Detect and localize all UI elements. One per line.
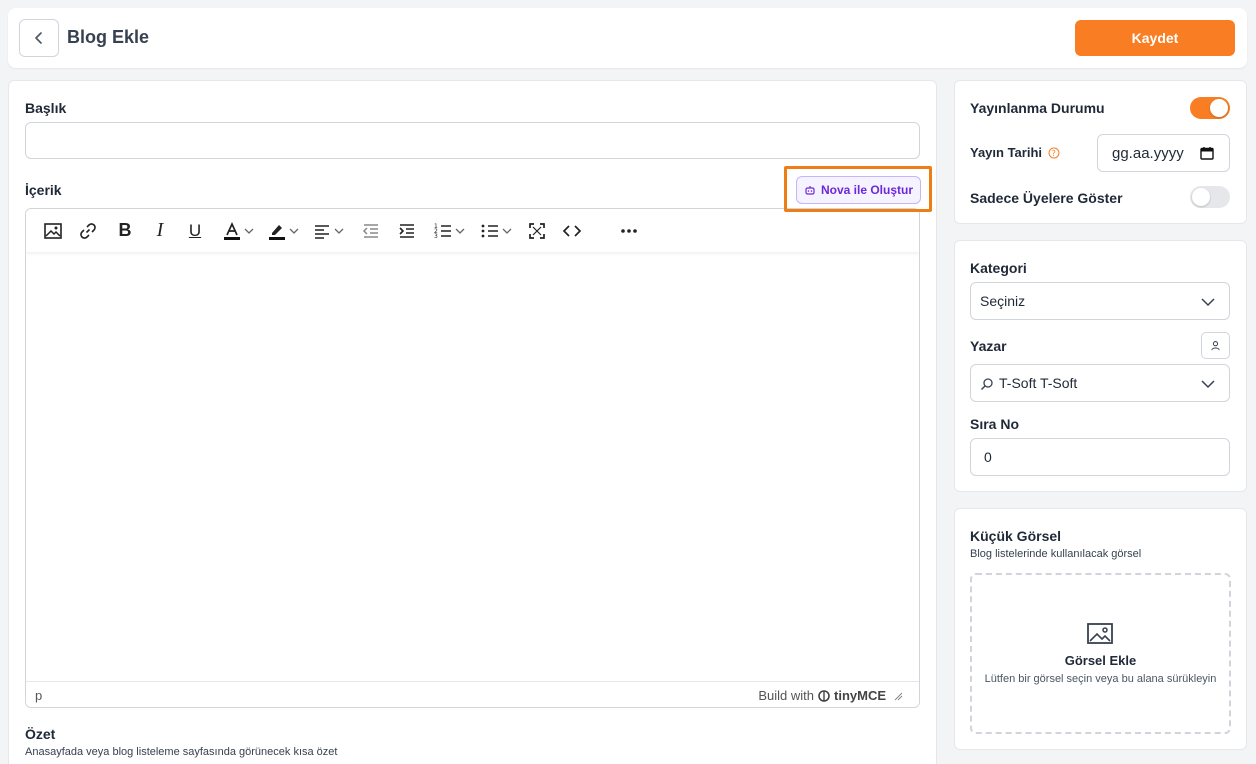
nova-button-label: Nova ile Oluştur [820, 183, 914, 197]
highlight-color-icon[interactable] [267, 217, 299, 245]
content-label: İçerik [25, 182, 62, 198]
help-icon[interactable]: ? [1048, 147, 1060, 159]
source-code-icon[interactable] [562, 217, 582, 245]
publish-status-label: Yayınlanma Durumu [970, 100, 1105, 116]
insert-image-icon[interactable] [43, 217, 63, 245]
title-input[interactable] [25, 122, 920, 159]
calendar-icon[interactable] [1200, 146, 1214, 160]
outdent-icon[interactable] [361, 217, 381, 245]
element-path[interactable]: p [35, 688, 42, 703]
add-image-label: Görsel Ekle [1064, 653, 1137, 668]
brand-name: tinyMCE [834, 688, 886, 703]
publish-card: Yayınlanma Durumu Yayın Tarihi ? gg.aa.y… [954, 80, 1247, 224]
thumbnail-help: Blog listelerinde kullanılacak görsel [970, 548, 1142, 560]
date-placeholder: gg.aa.yyyy [1112, 145, 1184, 162]
save-button[interactable]: Kaydet [1075, 20, 1235, 56]
members-only-label: Sadece Üyelere Göster [970, 190, 1123, 206]
summary-label: Özet [25, 726, 56, 742]
order-input[interactable]: 0 [970, 438, 1230, 476]
search-icon [981, 378, 993, 390]
bold-icon[interactable]: B [115, 217, 135, 245]
indent-icon[interactable] [397, 217, 417, 245]
user-icon [1211, 341, 1220, 351]
editor-brand[interactable]: Build with tinyMCE [758, 688, 903, 703]
top-bar: Blog Ekle Kaydet [8, 8, 1247, 68]
bullet-list-icon[interactable] [480, 217, 512, 245]
text-color-icon[interactable] [222, 217, 254, 245]
thumbnail-title: Küçük Görsel [970, 528, 1062, 544]
image-icon [1087, 623, 1113, 644]
chevron-down-icon [1201, 298, 1215, 307]
chevron-down-icon [334, 228, 344, 234]
order-label: Sıra No [970, 416, 1020, 432]
chevron-down-icon [289, 228, 299, 234]
chevron-down-icon [1201, 380, 1215, 389]
author-select[interactable]: T-Soft T-Soft [970, 364, 1230, 402]
numbered-list-icon[interactable]: 123 [433, 217, 465, 245]
svg-text:?: ? [1052, 149, 1056, 158]
back-button[interactable] [19, 19, 59, 57]
chevron-down-icon [244, 228, 254, 234]
publish-date-input[interactable]: gg.aa.yyyy [1097, 134, 1230, 172]
meta-card: Kategori Seçiniz Yazar T-Soft T-Soft Sır… [954, 240, 1247, 492]
page-title: Blog Ekle [67, 27, 150, 47]
resize-handle-icon[interactable] [893, 691, 903, 701]
author-profile-button[interactable] [1201, 332, 1230, 359]
nova-highlight-box: Nova ile Oluştur [784, 166, 932, 212]
category-label: Kategori [970, 260, 1027, 276]
italic-icon[interactable]: I [150, 217, 170, 245]
publish-status-toggle[interactable] [1190, 97, 1230, 119]
underline-icon[interactable]: U [185, 217, 205, 245]
chevron-down-icon [502, 228, 512, 234]
fullscreen-icon[interactable] [527, 217, 547, 245]
add-image-help: Lütfen bir görsel seçin veya bu alana sü… [984, 673, 1217, 685]
publish-date-label: Yayın Tarihi [970, 145, 1043, 160]
summary-help: Anasayfada veya blog listeleme sayfasınd… [25, 746, 338, 758]
category-value: Seçiniz [980, 293, 1026, 309]
nova-generate-button[interactable]: Nova ile Oluştur [796, 176, 921, 204]
chevron-left-icon [35, 32, 42, 44]
link-icon[interactable] [78, 217, 98, 245]
editor-toolbar: B I U 123 [26, 209, 919, 252]
author-label: Yazar [970, 338, 1007, 354]
tinymce-logo-icon [818, 689, 830, 702]
image-dropzone[interactable]: Görsel Ekle Lütfen bir görsel seçin veya… [970, 573, 1231, 734]
brand-prefix: Build with [758, 688, 814, 703]
author-value: T-Soft T-Soft [999, 375, 1078, 391]
chevron-down-icon [455, 228, 465, 234]
more-options-icon[interactable] [619, 217, 639, 245]
robot-icon [805, 186, 815, 195]
main-form-card: Başlık İçerik B I U 1 2 3 p Build with t… [8, 80, 937, 764]
category-select[interactable]: Seçiniz [970, 282, 1230, 320]
title-label: Başlık [25, 100, 67, 116]
members-only-toggle[interactable] [1190, 186, 1230, 208]
svg-text:3: 3 [434, 233, 438, 240]
align-icon[interactable] [312, 217, 344, 245]
order-value: 0 [984, 449, 992, 465]
editor-statusbar: p Build with tinyMCE [26, 681, 919, 707]
rich-text-editor[interactable]: B I U 123 p Build with tinyMCE [25, 208, 920, 708]
thumbnail-card: Küçük Görsel Blog listelerinde kullanıla… [954, 508, 1247, 750]
